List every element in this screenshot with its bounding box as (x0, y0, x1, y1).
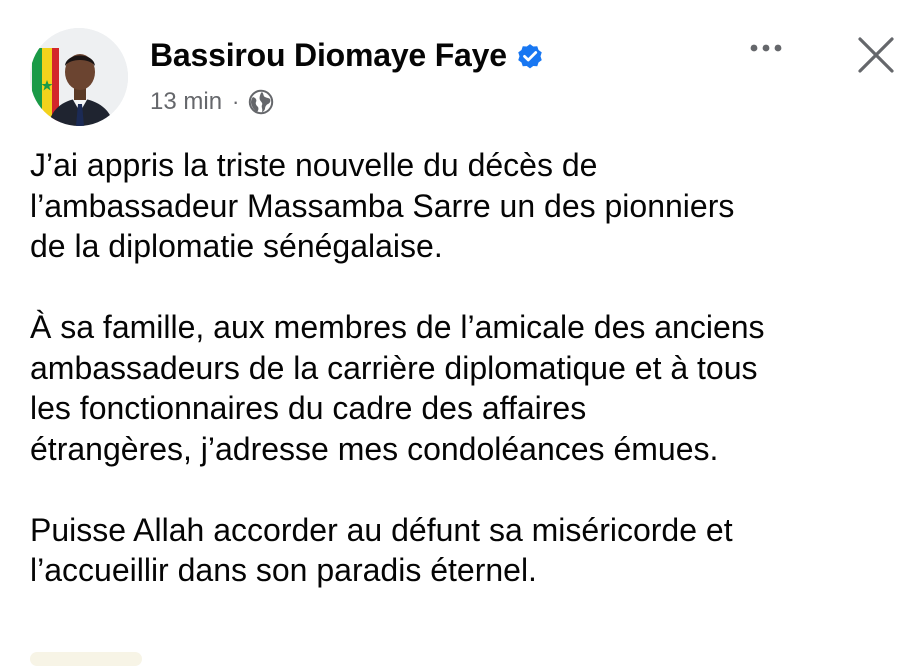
author-avatar[interactable] (30, 28, 128, 126)
meta-separator: · (232, 89, 240, 114)
post-paragraph-2: À sa famille, aux membres de l’amicale d… (30, 309, 765, 467)
post-paragraph-1: J’ai appris la triste nouvelle du décès … (30, 147, 735, 264)
globe-icon[interactable] (248, 89, 274, 115)
post-timestamp[interactable]: 13 min (150, 88, 222, 116)
verified-badge-icon (515, 41, 545, 71)
more-options-button[interactable] (744, 36, 794, 66)
profile-photo (30, 28, 128, 126)
post-body: J’ai appris la triste nouvelle du décès … (30, 145, 898, 631)
close-button[interactable] (856, 35, 896, 75)
post-meta: 13 min · (150, 88, 274, 116)
author-name-row: Bassirou Diomaye Faye (150, 37, 545, 74)
post-paragraph-3: Puisse Allah accorder au défunt sa misér… (30, 511, 733, 589)
more-options-icon (750, 44, 782, 52)
close-icon (858, 37, 894, 73)
author-name[interactable]: Bassirou Diomaye Faye (150, 37, 507, 74)
facebook-post: Bassirou Diomaye Faye 13 min · J’ai appr… (0, 0, 901, 666)
reactions-bar-hint (30, 652, 142, 666)
